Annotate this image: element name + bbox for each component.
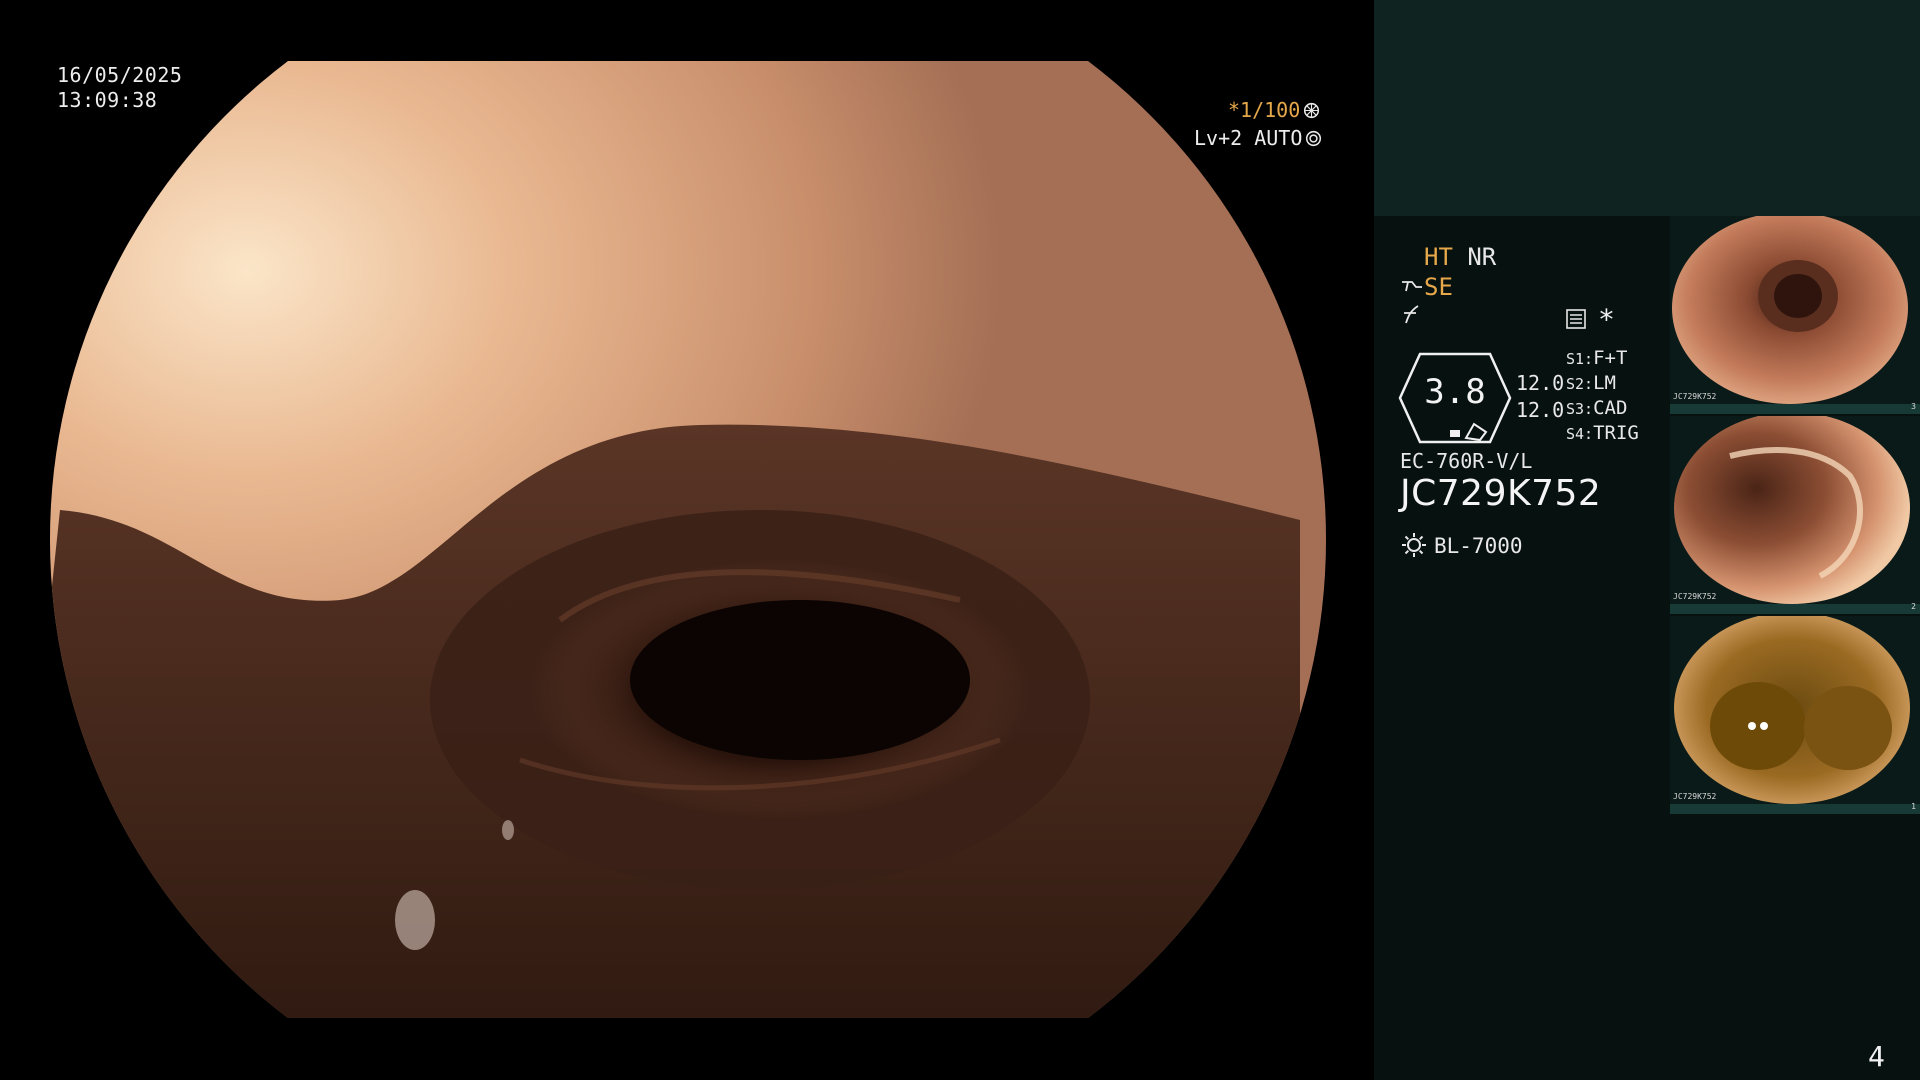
processing-modes: HT NR (1424, 243, 1496, 271)
time-text: 13:09:38 (57, 88, 158, 112)
scope-curve-icon (1402, 281, 1422, 292)
info-panel-top (1374, 0, 1920, 216)
scope-model: EC-760R-V/L (1400, 449, 1533, 473)
endoscope-image (49, 61, 1327, 1018)
freeze-row (1400, 303, 1422, 331)
thumbnail-serial: JC729K752 (1673, 792, 1717, 801)
thumbnail-bar (1670, 404, 1920, 414)
sun-icon (1402, 533, 1426, 557)
shutter-text: *1/100 (1228, 98, 1301, 122)
thumbnail-bar (1670, 604, 1920, 614)
switch-3: S3:CAD (1566, 397, 1628, 419)
value-a: 12.0 (1516, 371, 1565, 395)
brightness-level: Lv+2 AUTO (1194, 126, 1322, 150)
thumbnail-index: 1 (1911, 802, 1916, 811)
scope-serial: JC729K752 (1400, 473, 1602, 514)
light-source: BL-7000 (1400, 531, 1523, 559)
thumbnail-serial: JC729K752 (1673, 392, 1717, 401)
endoscope-view: 16/05/2025 13:09:38 *1/100 Lv+2 AUTO (0, 0, 1372, 1080)
auto-ring-icon (1306, 130, 1322, 147)
thumbnail-index: 3 (1911, 402, 1916, 411)
value-b: 12.0 (1516, 398, 1565, 422)
thumbnail-serial: JC729K752 (1673, 592, 1717, 601)
ht-mode: HT (1424, 243, 1453, 271)
thumbnail-2[interactable]: JC729K752 2 (1670, 416, 1920, 614)
switch-1: S1:F+T (1566, 347, 1628, 369)
datetime-display: 16/05/2025 13:09:38 (57, 63, 182, 113)
thumbnail-image (1674, 616, 1910, 804)
shutter-speed: *1/100 (1228, 98, 1320, 122)
page-number: 4 (1868, 1040, 1885, 1073)
se-mode-row: SE (1400, 273, 1453, 301)
level-text: Lv+2 AUTO (1194, 126, 1303, 150)
thumbnail-image (1674, 416, 1910, 604)
thumbnail-index: 2 (1911, 602, 1916, 611)
freeze-icon (1404, 305, 1419, 324)
date-text: 16/05/2025 (57, 63, 183, 87)
zoom-value: 3.8 (1424, 372, 1486, 412)
thumbnail-image (1672, 216, 1908, 404)
thumbnail-3[interactable]: JC729K752 1 (1670, 616, 1920, 814)
thumbnail-1[interactable]: JC729K752 3 (1670, 216, 1920, 414)
document-icon (1566, 309, 1586, 329)
se-mode: SE (1424, 273, 1453, 301)
shutter-ring-icon (1304, 102, 1320, 119)
nr-mode: NR (1467, 243, 1497, 271)
light-source-text: BL-7000 (1434, 534, 1523, 558)
switch-4: S4:TRIG (1566, 422, 1639, 444)
thumbnail-bar (1670, 804, 1920, 814)
switch-2: S2:LM (1566, 372, 1616, 394)
star-icon: * (1598, 303, 1615, 336)
